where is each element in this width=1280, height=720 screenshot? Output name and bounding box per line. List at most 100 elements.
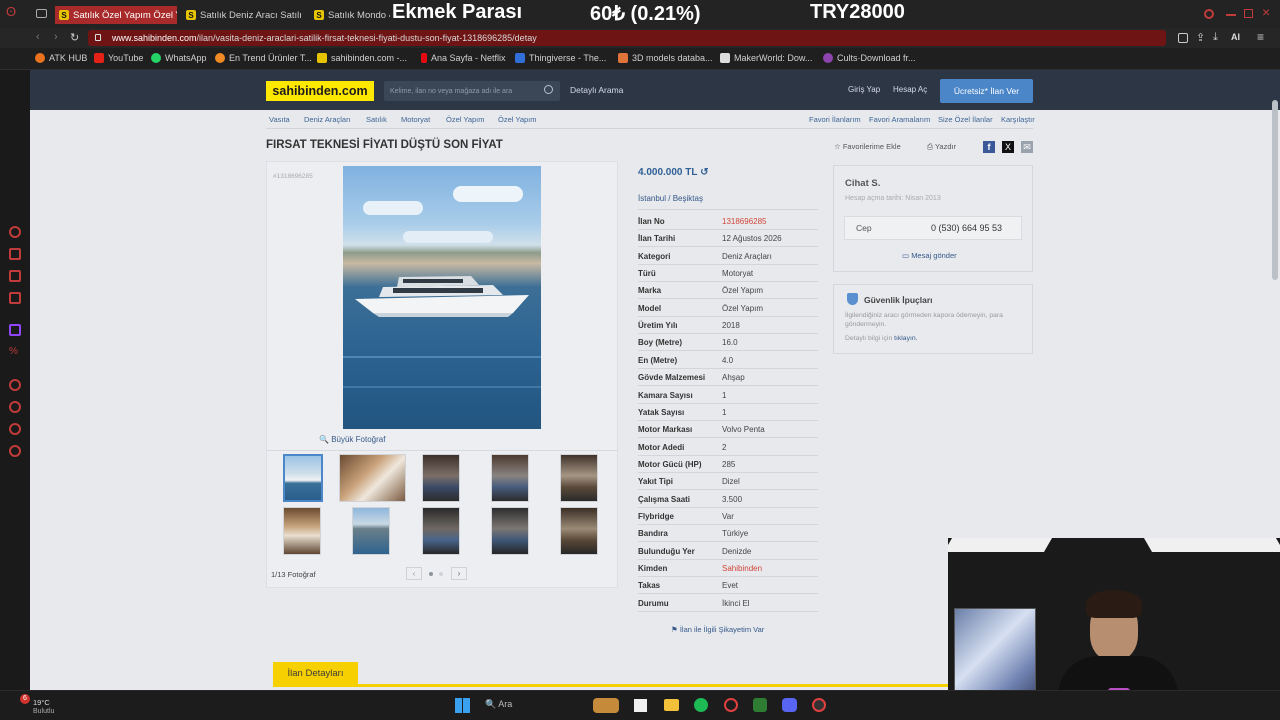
x-share-icon[interactable]: X [1002,141,1014,153]
location-district[interactable]: Beşiktaş [673,194,703,203]
top-link-favorites[interactable]: Favori İlanlarım [809,115,861,124]
photo-thumbnail[interactable] [560,454,598,502]
bag-icon[interactable] [9,248,21,260]
photo-thumbnail[interactable] [283,507,321,555]
start-icon[interactable] [455,698,470,713]
photo-thumbnail[interactable] [352,507,390,555]
widgets-icon[interactable] [593,698,619,713]
top-link-saved-searches[interactable]: Favori Aramalarım [869,115,930,124]
search-tabs-icon[interactable] [1204,9,1214,19]
bookmark-thingiverse[interactable]: Thingiverse - The... [515,53,606,63]
photo-thumbnail[interactable] [422,507,460,555]
bookmark-whatsapp[interactable]: WhatsApp [151,53,207,63]
download-icon[interactable]: ⤓ [1213,31,1218,44]
big-photo-button[interactable]: 🔍 Büyük Fotoğraf [319,435,385,444]
top-link-for-you[interactable]: Size Özel İlanlar [938,115,993,124]
history-icon[interactable] [9,401,21,413]
register-link[interactable]: Hesap Aç [893,85,927,94]
photo-thumbnail[interactable] [339,454,406,502]
taskbar-search[interactable]: 🔍 Ara [485,699,512,710]
photo-thumbnail[interactable] [422,454,460,502]
bookmark-cults[interactable]: Cults·Download fr... [823,53,916,63]
print-button[interactable]: ⎙ Yazdır [927,142,956,152]
app-icon[interactable] [812,698,826,712]
maximize-icon[interactable] [1244,9,1253,18]
breadcrumb-item[interactable]: Satılık [366,115,387,124]
price-history-icon[interactable]: ↺ [700,167,708,178]
bookmark-makerworld[interactable]: MakerWorld: Dow... [720,53,812,63]
email-share-icon[interactable]: ✉ [1021,141,1033,153]
percent-icon[interactable]: % [9,346,21,358]
breadcrumb-item[interactable]: Özel Yapım [446,115,485,124]
breadcrumb-item[interactable]: Vasıta [269,115,290,124]
url-field[interactable]: www.sahibinden.com/ilan/vasita-deniz-ara… [88,30,1166,46]
bookmark-trend[interactable]: En Trend Ürünler T... [215,53,312,63]
play-icon[interactable] [9,379,21,391]
report-link[interactable]: ⚑ İlan ile İlgili Şikayetim Var [671,625,764,634]
post-ad-button[interactable]: Ücretsiz* İlan Ver [940,79,1033,103]
reload-icon[interactable]: ↻ [70,31,79,44]
weather-widget[interactable]: 6 19°C Bulutlu [10,694,70,718]
breadcrumb-item[interactable]: Özel Yapım [498,115,537,124]
ai-button[interactable]: AI [1231,32,1240,42]
share-icon[interactable]: ⇪ [1196,31,1205,44]
file-explorer-icon[interactable] [634,699,647,712]
bookmark-3d-models[interactable]: 3D models databa... [618,53,713,63]
folder-icon[interactable] [664,699,679,711]
minimize-icon[interactable] [1226,14,1236,16]
bookmark-atk-hub[interactable]: ATK HUB [35,53,87,63]
twitch-icon[interactable] [9,324,21,336]
wallet-icon[interactable] [9,270,21,282]
discord-icon[interactable] [782,698,797,712]
message-button[interactable]: ▭ Mesaj gönder [902,251,957,260]
top-link-compare[interactable]: Karşılaştır [1001,115,1035,124]
tab-active[interactable]: S Satılık Özel Yapım Özel Yap [55,6,177,24]
favorite-button[interactable]: ☆ Favorilerime Ekle [834,142,901,151]
site-logo[interactable]: sahibinden.com [266,81,374,101]
page-dot[interactable] [439,572,443,576]
opera-icon[interactable] [724,698,738,712]
photo-thumbnail[interactable] [283,454,323,502]
app-icon[interactable] [753,698,767,712]
security-more-link[interactable]: tıklayın. [894,335,917,342]
search-input[interactable]: Kelime, ilan no veya mağaza adı ile ara [384,81,560,101]
prev-page-button[interactable]: ‹ [406,567,422,580]
spec-value[interactable]: 1318696285 [722,217,767,226]
tab[interactable]: S Satılık Deniz Aracı Satılık [186,6,302,24]
forward-icon[interactable]: › [54,31,58,43]
browser-menu-icon[interactable]: ʘ [6,4,20,22]
detailed-search-link[interactable]: Detaylı Arama [570,85,623,95]
mail-icon[interactable] [9,292,21,304]
page-scrollbar[interactable] [1272,100,1278,280]
extensions-icon[interactable] [9,423,21,435]
location-city[interactable]: İstanbul [638,194,666,203]
tab-actions-icon[interactable] [36,9,47,18]
extensions-icon[interactable] [1178,33,1188,43]
photo-thumbnail[interactable] [560,507,598,555]
seller-name[interactable]: Cihat S. [845,178,880,189]
facebook-share-icon[interactable]: f [983,141,995,153]
details-tab[interactable]: İlan Detayları [273,662,358,684]
breadcrumb-item[interactable]: Motoryat [401,115,430,124]
login-link[interactable]: Giriş Yap [848,85,880,94]
back-icon[interactable]: ‹ [36,31,40,43]
search-icon[interactable] [544,85,553,94]
photo-thumbnail[interactable] [491,507,529,555]
bookmark-sahibinden[interactable]: sahibinden.com -... [317,53,407,63]
speed-dial-icon[interactable] [9,226,21,238]
page-dot-active[interactable] [429,572,433,576]
next-page-button[interactable]: › [451,567,467,580]
settings-icon[interactable] [9,445,21,457]
main-photo[interactable] [343,166,541,429]
breadcrumb-item[interactable]: Deniz Araçları [304,115,351,124]
tab[interactable]: S Satılık Mondo 4 [314,6,390,24]
bookmark-youtube[interactable]: YouTube [94,53,143,63]
spotify-icon[interactable] [694,698,708,712]
site-info-icon[interactable] [95,34,101,41]
spec-row: Bandıra Türkiye [638,525,818,543]
photo-thumbnail[interactable] [491,454,529,502]
close-icon[interactable]: × [1262,4,1270,20]
spec-value[interactable]: Sahibinden [722,564,762,573]
bookmark-netflix[interactable]: Ana Sayfa - Netflix [421,53,506,63]
browser-menu-icon[interactable]: ≡ [1257,30,1264,44]
